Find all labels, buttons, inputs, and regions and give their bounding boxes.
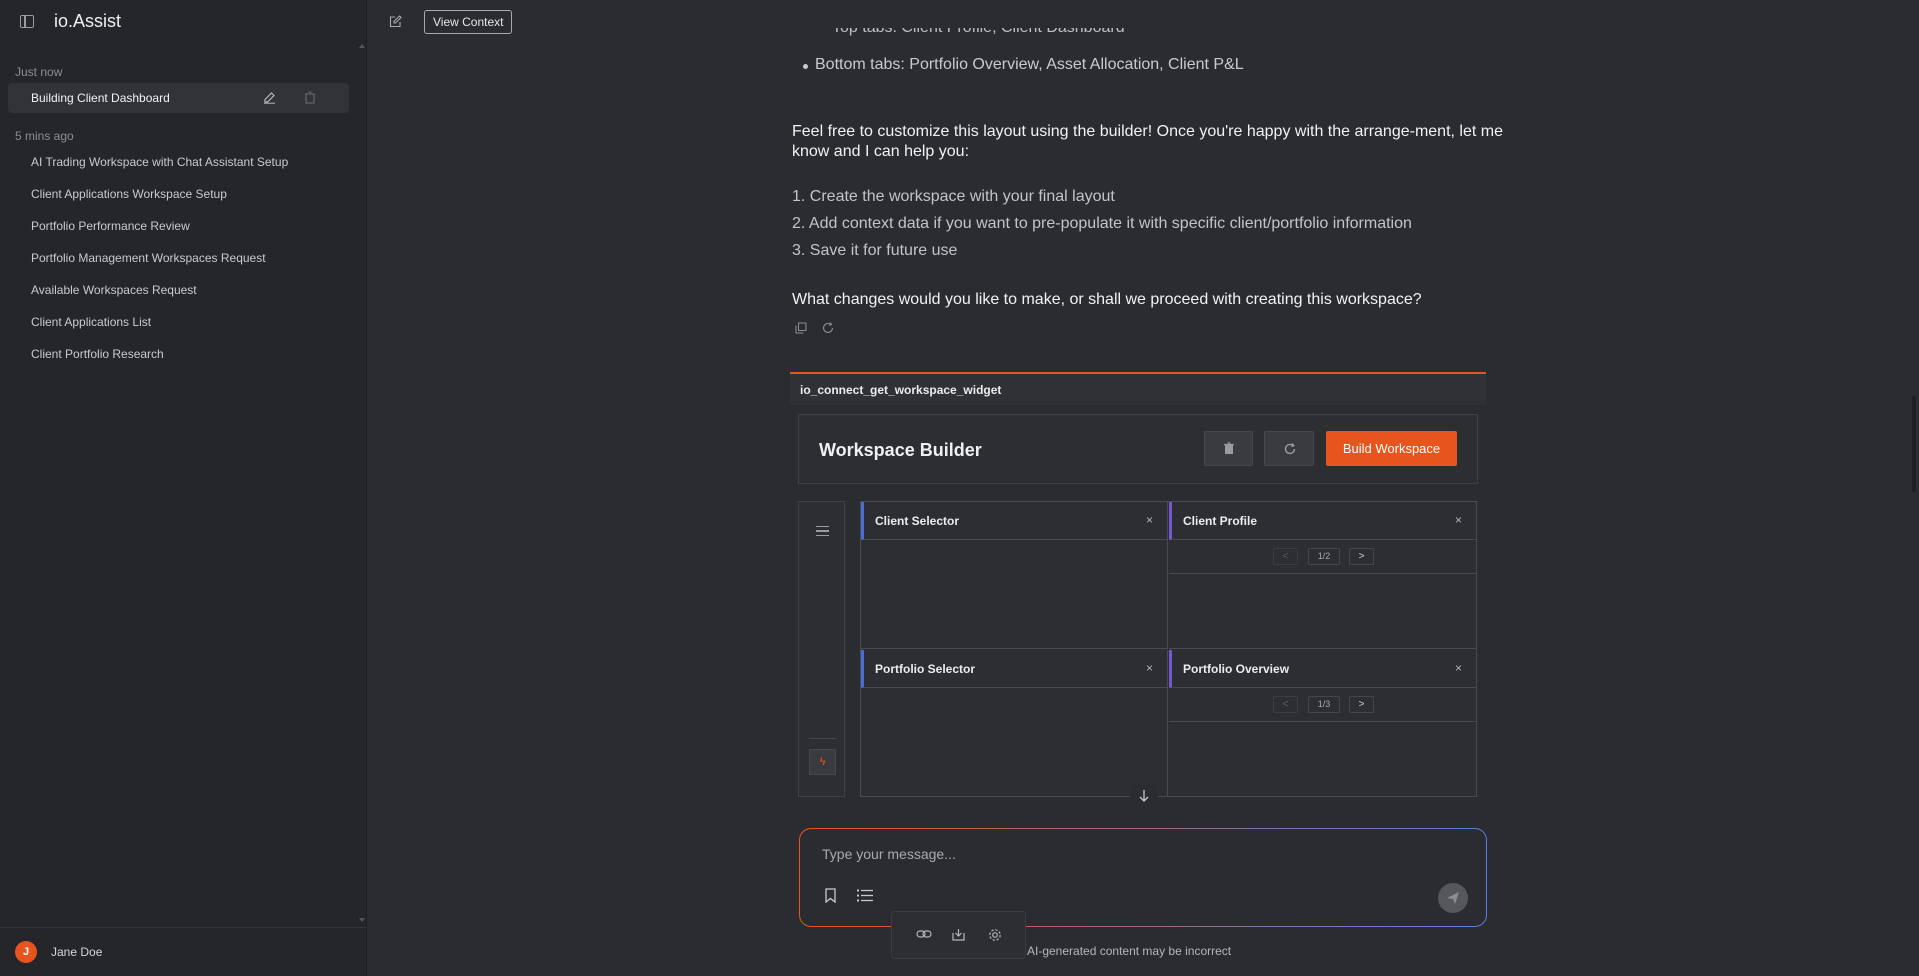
message-input[interactable] [822,843,1422,865]
pager-next-button[interactable]: > [1349,548,1374,565]
panel-title: Client Profile [1183,514,1258,528]
layout-grid: Client Selector × Client Profile × < 1/2… [860,501,1477,797]
workspace-builder-header: Workspace Builder Build Workspace [798,414,1478,484]
scroll-to-bottom-button[interactable] [1130,782,1158,810]
link-icon[interactable] [916,928,932,940]
close-icon[interactable]: × [1455,661,1462,675]
partially-hidden-line: Top tabs: Client Profile, Client Dashboa… [832,28,1232,42]
bullet-item: Bottom tabs: Portfolio Overview, Asset A… [803,56,1244,73]
sidebar-item[interactable]: Portfolio Management Workspaces Request [31,251,266,265]
panel-title: Client Selector [875,514,960,528]
assistant-question: What changes would you like to make, or … [792,291,1422,308]
close-icon[interactable]: × [1146,661,1153,675]
tab-pager: < 1/2 > [1169,540,1476,574]
panel-client-selector[interactable]: Client Selector × [861,502,1168,649]
arrow-down-icon [1139,790,1149,802]
ai-disclaimer: AI-generated content may be incorrect [1027,944,1232,958]
panel-header[interactable]: Portfolio Selector × [861,650,1167,688]
builder-rail: ϟ [798,501,845,797]
pager-next-button[interactable]: > [1349,696,1374,713]
sidebar-item[interactable]: Available Workspaces Request [31,283,197,297]
trash-icon[interactable] [304,91,316,104]
builder-title: Workspace Builder [819,440,982,460]
close-icon[interactable]: × [1455,513,1462,527]
assistant-paragraph: Feel free to customize this layout using… [792,123,1503,160]
sidebar-item[interactable]: Client Portfolio Research [31,347,164,361]
sidebar-header: io.Assist [0,0,367,44]
list-item: 1. Create the workspace with your final … [792,188,1115,205]
panel-title: Portfolio Selector [875,662,976,676]
cut-line-text: Top tabs: Client Profile, Client Dashboa… [832,28,1125,36]
new-chat-icon[interactable] [389,15,402,28]
clear-layout-button[interactable] [1204,431,1253,466]
main-scrollbar[interactable] [1912,396,1916,492]
reset-layout-button[interactable] [1264,431,1314,466]
sidebar: io.Assist Just now Building Client Dashb… [0,0,367,976]
workspace-widget: io_connect_get_workspace_widget Workspac… [790,372,1486,810]
settings-icon[interactable] [988,928,1002,942]
panel-title: Portfolio Overview [1183,662,1290,676]
list-item: 2. Add context data if you want to pre-p… [792,215,1412,232]
app-title: io.Assist [54,11,122,31]
panel-header[interactable]: Client Profile × [1169,502,1476,540]
avatar: J [15,941,37,963]
composer-tools-popup [891,911,1026,959]
pager-prev-button[interactable]: < [1273,696,1298,713]
panel-portfolio-overview[interactable]: Portfolio Overview × < 1/3 > [1169,650,1476,797]
panel-portfolio-selector[interactable]: Portfolio Selector × [861,650,1168,797]
sidebar-item[interactable]: Client Applications Workspace Setup [31,187,227,201]
list-item: 3. Save it for future use [792,242,958,259]
download-icon[interactable] [952,928,965,941]
menu-icon[interactable] [816,526,829,536]
sidebar-scroll-down-arrow[interactable] [359,918,365,922]
app-root: io.Assist Just now Building Client Dashb… [0,0,1919,976]
send-icon [1447,892,1459,904]
send-button[interactable] [1438,883,1468,913]
sidebar-item[interactable]: AI Trading Workspace with Chat Assistant… [31,155,288,169]
sidebar-item-label: Building Client Dashboard [31,91,170,105]
rail-divider [809,738,836,739]
pager-count: 1/2 [1308,548,1340,565]
pager-count: 1/3 [1308,696,1340,713]
tool-name: io_connect_get_workspace_widget [800,383,1002,397]
edit-icon[interactable] [263,91,276,104]
view-context-button[interactable]: View Context [424,10,513,34]
bolt-icon[interactable]: ϟ [809,749,836,775]
bookmark-icon[interactable] [825,888,836,903]
tab-pager: < 1/3 > [1169,688,1476,722]
chat-main: View Context Top tabs: Client Profile, C… [367,0,1919,976]
section-label-5-mins-ago: 5 mins ago [15,129,74,143]
sidebar-toggle-icon[interactable] [20,15,34,28]
build-workspace-button[interactable]: Build Workspace [1326,431,1457,466]
panel-header[interactable]: Client Selector × [861,502,1167,540]
sidebar-scroll-up-arrow[interactable] [359,44,365,48]
close-icon[interactable]: × [1146,513,1153,527]
sidebar-item[interactable]: Client Applications List [31,315,151,329]
refresh-icon [1284,443,1296,455]
section-label-just-now: Just now [15,65,63,79]
user-footer[interactable]: J Jane Doe [0,927,367,976]
sidebar-item[interactable]: Portfolio Performance Review [31,219,190,233]
panel-client-profile[interactable]: Client Profile × < 1/2 > [1169,502,1476,649]
copy-icon[interactable] [795,322,807,334]
panel-header[interactable]: Portfolio Overview × [1169,650,1476,688]
user-name: Jane Doe [51,945,103,959]
tool-header: io_connect_get_workspace_widget [790,372,1486,405]
retry-icon[interactable] [822,322,834,334]
list-icon[interactable] [857,889,873,902]
sidebar-item-active[interactable]: Building Client Dashboard [8,83,349,113]
pager-prev-button[interactable]: < [1273,548,1298,565]
trash-icon [1224,442,1234,454]
